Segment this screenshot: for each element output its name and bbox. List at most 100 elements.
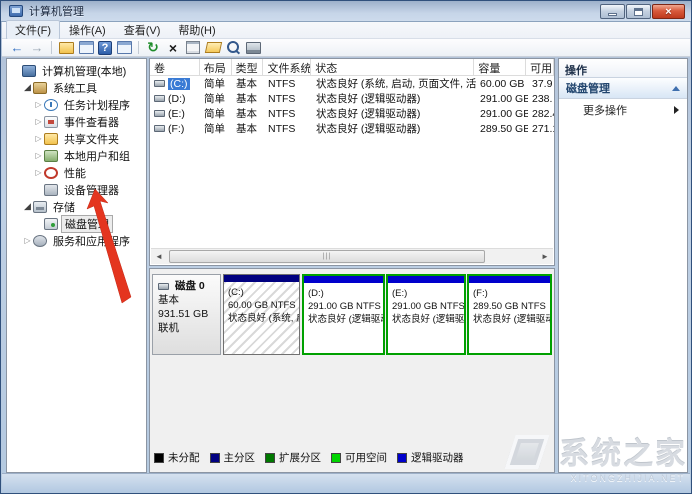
partition-name: (D:) <box>308 288 324 299</box>
volume-cell: (E:) <box>150 108 200 120</box>
close-button[interactable]: × <box>652 4 685 19</box>
sidebar-item-services[interactable]: ▷ 服务和应用程序 <box>7 232 146 249</box>
more-actions-item[interactable]: 更多操作 <box>559 99 687 121</box>
cell-free: 271.1 <box>532 122 554 135</box>
chevron-right-icon <box>674 106 679 114</box>
column-header-3[interactable]: 文件系统 <box>263 59 312 75</box>
legend-swatch <box>397 452 407 463</box>
back-icon[interactable]: ← <box>9 40 25 55</box>
menu-file[interactable]: 文件(F) <box>6 20 61 40</box>
app-icon <box>9 5 23 17</box>
sidebar-item-system-tools[interactable]: ◢ 系统工具 <box>7 79 146 96</box>
partition-color-strip <box>224 275 299 282</box>
scrollbar-thumb[interactable]: ||| <box>169 250 485 263</box>
column-header-0[interactable]: 卷 <box>150 59 200 75</box>
legend-item: 未分配 <box>154 450 200 465</box>
cell-fs: NTFS <box>268 122 296 135</box>
sidebar-item-shared-folders[interactable]: ▷ 共享文件夹 <box>7 130 146 147</box>
partition(E:)[interactable]: (E:) 291.00 GB NTFS 状态良好 (逻辑驱动器) <box>386 274 466 355</box>
sidebar-item-performance[interactable]: ▷ 性能 <box>7 164 146 181</box>
volume-name: (F:) <box>168 122 185 135</box>
partition-color-strip <box>469 276 550 283</box>
cell-type: 基本 <box>236 123 257 135</box>
properties-icon[interactable] <box>185 40 201 55</box>
scroll-left-arrow[interactable]: ◄ <box>151 250 167 264</box>
collapse-icon[interactable] <box>672 85 680 91</box>
horizontal-scrollbar[interactable]: ◄ ||| ► <box>151 248 553 264</box>
column-header-5[interactable]: 容量 <box>474 59 527 75</box>
console-window-icon[interactable] <box>78 40 94 55</box>
open-folder-icon[interactable] <box>205 40 221 55</box>
cell-type: 基本 <box>236 108 257 120</box>
cell-layout: 简单 <box>204 123 225 135</box>
legend-swatch <box>331 452 341 463</box>
disk-size: 931.51 GB <box>158 308 209 320</box>
disk-settings-icon[interactable] <box>245 40 261 55</box>
refresh-icon[interactable]: ↻ <box>145 39 161 55</box>
sidebar-item-disk-management[interactable]: 磁盘管理 <box>7 214 146 233</box>
sidebar-item-device-manager[interactable]: 设备管理器 <box>7 181 146 198</box>
cell-capacity: 291.00 GB <box>480 107 528 120</box>
menu-action[interactable]: 操作(A) <box>60 20 115 40</box>
storage-icon <box>33 200 47 213</box>
partition(F:)[interactable]: (F:) 289.50 GB NTFS 状态良好 (逻辑驱动器) <box>467 274 552 355</box>
menu-view[interactable]: 查看(V) <box>115 20 170 40</box>
sidebar-item-storage[interactable]: ◢ 存储 <box>7 198 146 215</box>
legend-swatch <box>265 452 275 463</box>
tree-item-label: 本地用户和组 <box>64 150 130 163</box>
volume-cell: (D:) <box>150 93 200 105</box>
legend-item: 主分区 <box>209 450 255 465</box>
disk-0-label[interactable]: 磁盘 0 基本 931.51 GB 联机 <box>152 274 221 355</box>
maximize-button[interactable] <box>626 4 651 19</box>
expand-expander-icon[interactable]: ▷ <box>33 168 44 177</box>
scroll-right-arrow[interactable]: ► <box>537 250 553 264</box>
disk-icon <box>158 282 169 290</box>
tree-item-label: 设备管理器 <box>64 184 119 197</box>
forward-icon[interactable]: → <box>29 40 45 55</box>
column-header-2[interactable]: 类型 <box>232 59 264 75</box>
table-row-volume(F:)[interactable]: (F:) 简单基本 NTFS 状态良好 (逻辑驱动器) 289.50 GB 271.1 <box>150 121 554 136</box>
tree-item-label: 事件查看器 <box>64 116 119 129</box>
collapse-expander-icon[interactable]: ◢ <box>22 82 33 93</box>
partition(C:)[interactable]: (C:) 60.00 GB NTFS 状态良好 (系统, 启动, 页面文件, 活动,… <box>223 274 300 355</box>
help-icon[interactable]: ? <box>98 40 112 55</box>
sidebar-item-task-scheduler[interactable]: ▷ 任务计划程序 <box>7 96 146 113</box>
table-row-volume(D:)[interactable]: (D:) 简单 基本 NTFS 状态良好 (逻辑驱动器) 291.00 GB 238. <box>150 91 554 106</box>
show-tree-icon[interactable] <box>58 40 74 55</box>
menu-help[interactable]: 帮助(H) <box>169 20 224 40</box>
expand-expander-icon[interactable]: ▷ <box>33 151 44 160</box>
partition-status: 状态良好 (逻辑驱动器) <box>308 314 383 325</box>
partition-status: 状态良好 (逻辑驱动器) <box>392 314 464 325</box>
partition-info: (D:) 291.00 GB NTFS 状态良好 (逻辑驱动器) <box>304 283 383 326</box>
delete-icon[interactable]: × <box>165 40 181 56</box>
cell-type: 基本 <box>236 78 257 90</box>
column-header-1[interactable]: 布局 <box>200 59 232 75</box>
table-row-volume(E:)[interactable]: (E:) 简单基本 NTFS 状态良好 (逻辑驱动器) 291.00 GB 282.4 <box>150 106 554 121</box>
expand-expander-icon[interactable]: ▷ <box>33 134 44 143</box>
console-pane-icon[interactable] <box>116 40 132 55</box>
column-header-4[interactable]: 状态 <box>311 59 475 75</box>
collapse-expander-icon[interactable]: ◢ <box>22 201 33 212</box>
sidebar-item-computer[interactable]: 计算机管理(本地) <box>7 62 146 79</box>
sidebar-item-local-users[interactable]: ▷ 本地用户和组 <box>7 147 146 164</box>
partition-name: (E:) <box>392 288 408 299</box>
expand-expander-icon[interactable]: ▷ <box>22 236 33 245</box>
minimize-button[interactable] <box>600 4 625 19</box>
partition(D:)[interactable]: (D:) 291.00 GB NTFS 状态良好 (逻辑驱动器) <box>302 274 385 355</box>
partition-size: 60.00 GB NTFS <box>228 300 296 311</box>
volume-list-pane: 卷布局 类型 文件系统 状态 容量 可用 (C:) 简单 基本 NTFS 状态良好 (系统, 启动… <box>149 58 555 266</box>
expand-expander-icon[interactable]: ▷ <box>33 117 44 126</box>
find-icon[interactable] <box>225 40 241 55</box>
console-tree: 计算机管理(本地) ◢ 系统工具 ▷ 任务计划程序 ▷ 事件查看器 ▷ 共享文件夹 ▷ 本地用户和组… <box>6 58 147 473</box>
actions-section-disk-management[interactable]: 磁盘管理 <box>559 78 687 99</box>
sidebar-item-event-viewer[interactable]: ▷ 事件查看器 <box>7 113 146 130</box>
column-header-6[interactable]: 可用 <box>526 59 554 75</box>
partition-info: (F:) 289.50 GB NTFS 状态良好 (逻辑驱动器) <box>469 283 550 326</box>
expand-expander-icon[interactable]: ▷ <box>33 100 44 109</box>
disk-management-icon <box>44 217 58 230</box>
legend-item: 逻辑驱动器 <box>397 450 464 465</box>
table-row-volume(C:)[interactable]: (C:) 简单基本 NTFS 状态良好 (系统, 启动, 页面文件, 活动, 故障转储… <box>150 76 554 91</box>
legend-item: 可用空间 <box>331 450 387 465</box>
disk-status: 联机 <box>158 322 179 334</box>
toolbar: ← →? ↻ × <box>2 39 690 57</box>
